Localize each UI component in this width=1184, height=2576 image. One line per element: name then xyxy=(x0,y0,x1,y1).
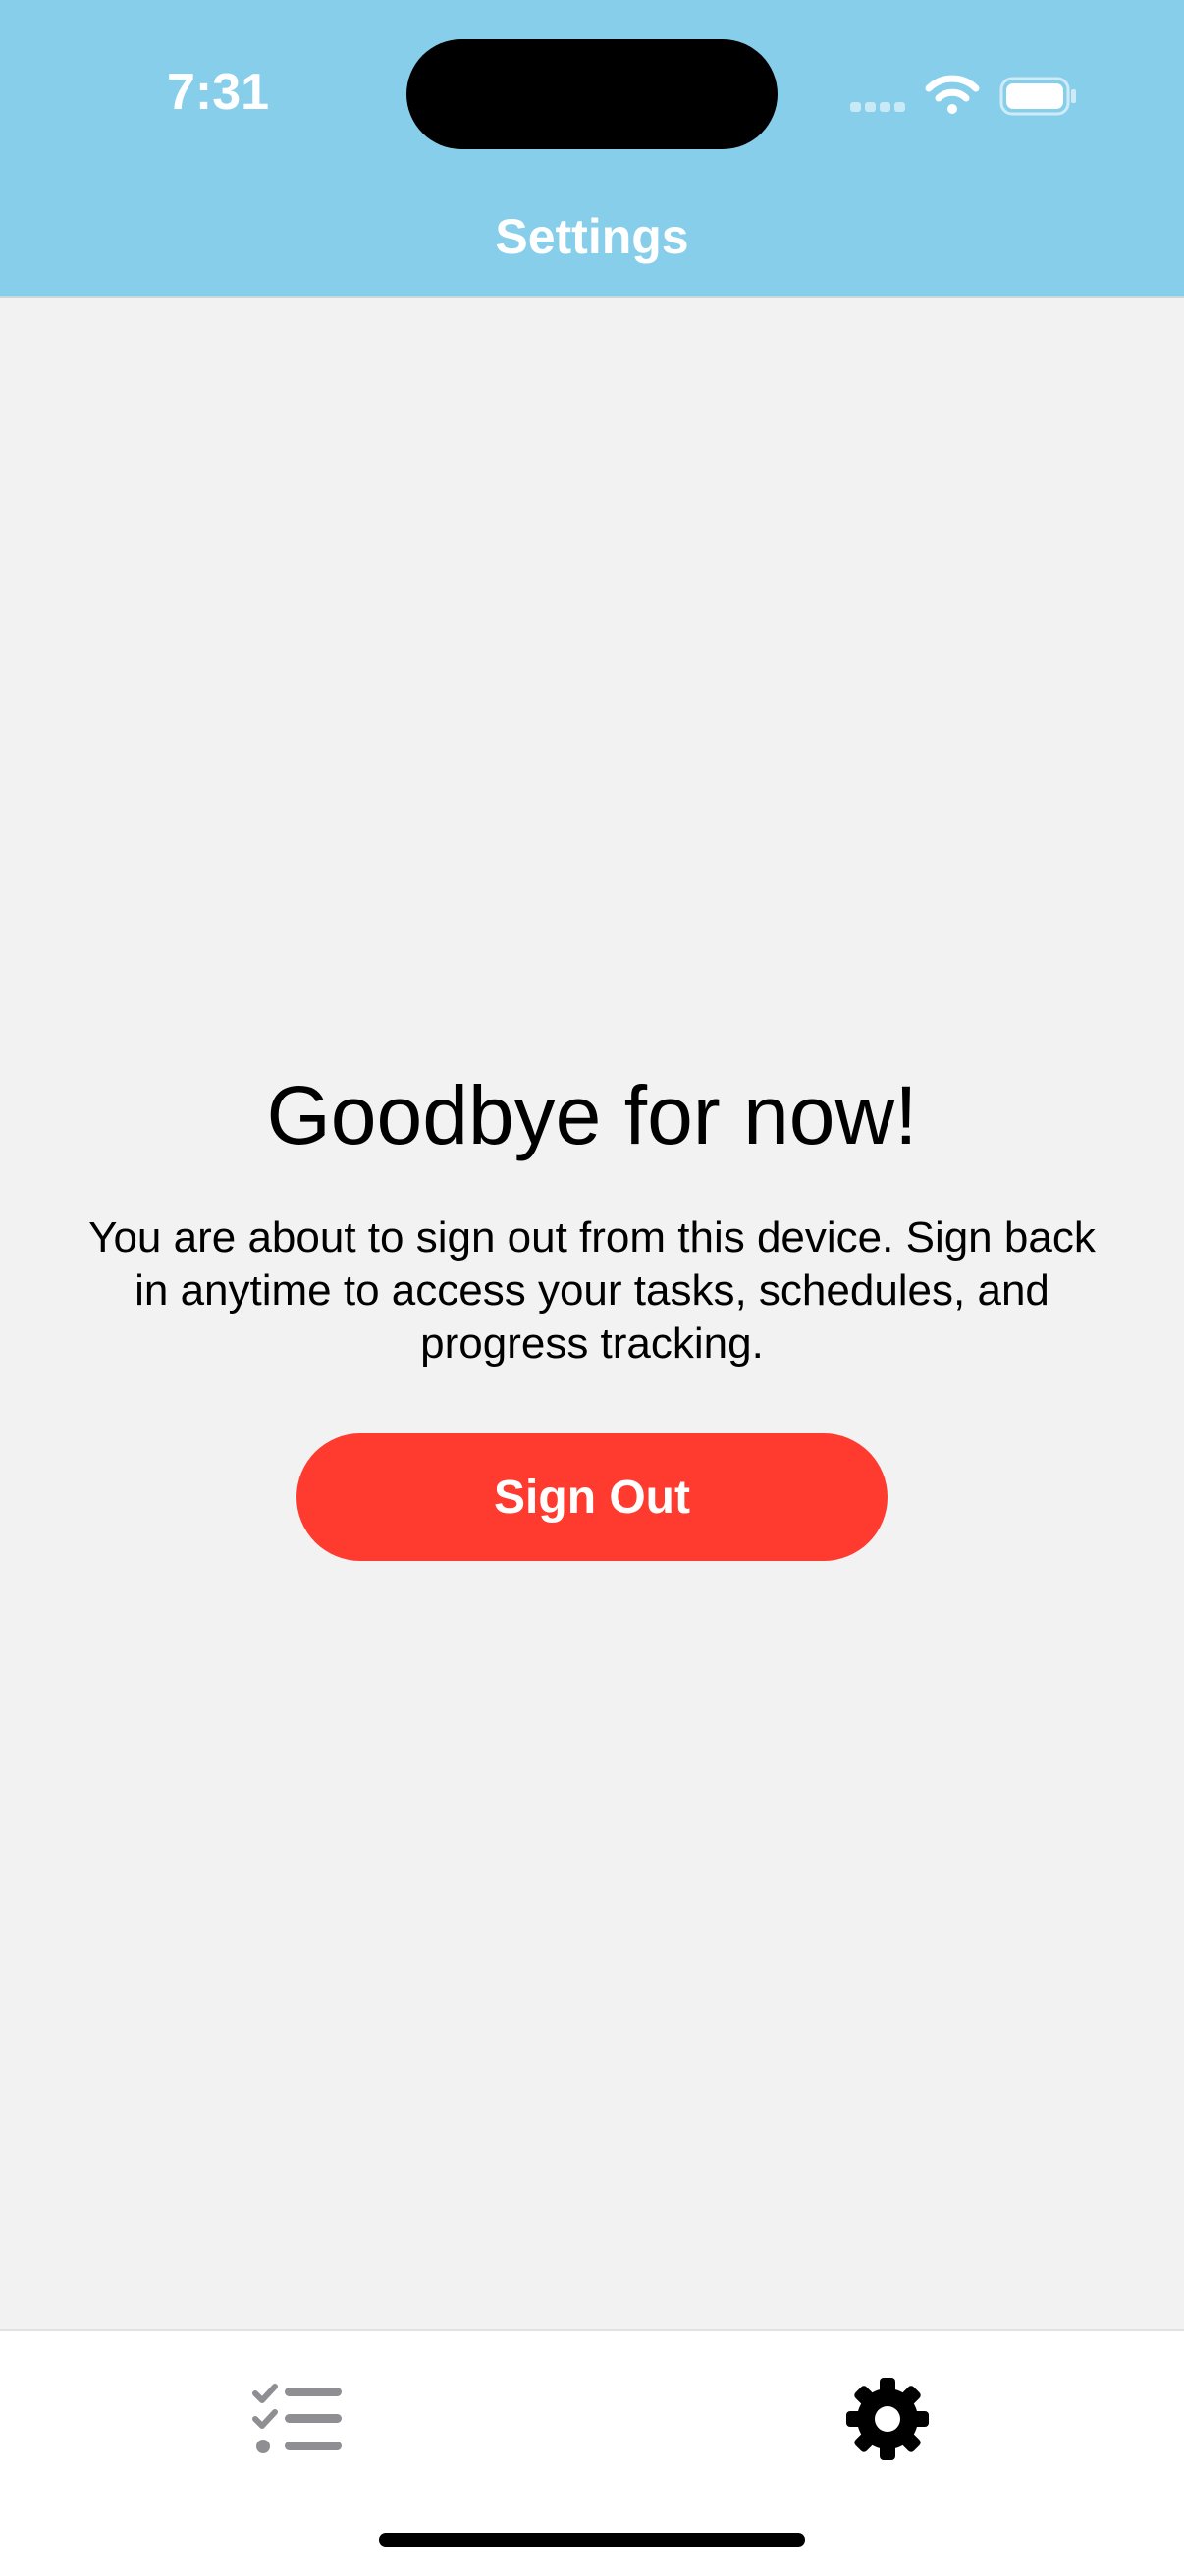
navigation-header: 7:31 Settings xyxy=(0,0,1184,298)
wifi-icon xyxy=(925,75,980,114)
cellular-signal-icon xyxy=(850,102,905,112)
battery-icon xyxy=(999,77,1076,116)
home-indicator xyxy=(379,2533,805,2547)
gear-icon xyxy=(846,2378,929,2460)
dynamic-island xyxy=(406,39,778,149)
tab-tasks[interactable] xyxy=(238,2370,355,2468)
sign-out-button[interactable]: Sign Out xyxy=(296,1433,888,1561)
sign-out-message: You are about to sign out from this devi… xyxy=(88,1213,1096,1368)
tab-settings[interactable] xyxy=(829,2370,946,2468)
goodbye-heading: Goodbye for now! xyxy=(266,1069,918,1161)
status-time: 7:31 xyxy=(167,64,270,121)
checklist-icon xyxy=(252,2384,342,2453)
page-title: Settings xyxy=(495,209,689,264)
